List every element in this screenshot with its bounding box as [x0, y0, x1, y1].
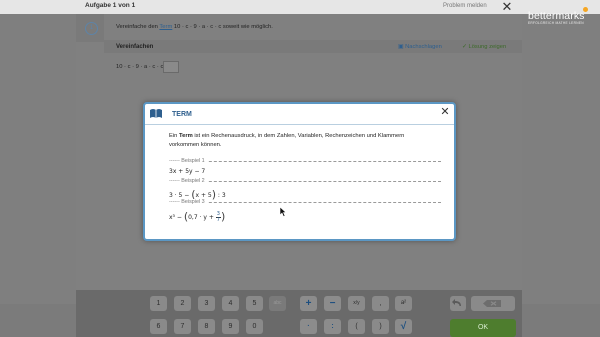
- delete-key[interactable]: [471, 296, 515, 311]
- key-6[interactable]: 6: [150, 319, 167, 334]
- logo-dot-icon: [583, 7, 588, 12]
- brand-tagline: ERFOLGREICH MATHE LERNEN: [528, 21, 584, 25]
- definition-text: ist ein Rechenausdruck, in dem Zahlen, V…: [169, 133, 405, 148]
- step-number-badge: 1: [85, 22, 98, 35]
- term-dialog: TERM ✕ Ein Term ist ein Rechenausdruck, …: [143, 102, 456, 241]
- example-divider: [169, 181, 441, 182]
- key-abc[interactable]: abc: [269, 296, 286, 311]
- key-divide[interactable]: :: [324, 319, 341, 334]
- undo-arrow-icon: [452, 299, 461, 306]
- lookup-button[interactable]: ▣ Nachschlagen: [398, 44, 442, 50]
- key-open-paren[interactable]: (: [348, 319, 365, 334]
- example-label: ------ Beispiel 1: [169, 158, 207, 164]
- example-label: ------ Beispiel 2: [169, 178, 207, 184]
- section-header-bar: [104, 40, 522, 53]
- term-definition: Ein Term ist ein Rechenausdruck, in dem …: [169, 132, 431, 149]
- task-expression: 10 · c · 9 · a · c · c =: [116, 64, 169, 70]
- undo-key[interactable]: [450, 296, 466, 311]
- key-5[interactable]: 5: [246, 296, 263, 311]
- task-instruction: Vereinfache den Term 10 · c · 9 · a · c …: [116, 24, 273, 30]
- term-link[interactable]: Term: [159, 24, 172, 30]
- show-solution-button[interactable]: ✓ Lösung zeigen: [462, 44, 506, 50]
- key-multiply[interactable]: ·: [300, 319, 317, 334]
- key-1[interactable]: 1: [150, 296, 167, 311]
- backspace-icon: [483, 300, 501, 307]
- ok-button[interactable]: OK: [450, 319, 516, 337]
- example-formula-3: x³ − (0,7 · y + 3 7): [169, 210, 226, 223]
- example-label: ------ Beispiel 3: [169, 199, 207, 205]
- answer-input[interactable]: [163, 61, 179, 73]
- key-3[interactable]: 3: [198, 296, 215, 311]
- section-title: Vereinfachen: [116, 44, 154, 50]
- task-title: Aufgabe 1 von 1: [85, 2, 136, 9]
- key-comma[interactable]: ,: [372, 296, 389, 311]
- key-0[interactable]: 0: [246, 319, 263, 334]
- key-2[interactable]: 2: [174, 296, 191, 311]
- key-sqrt[interactable]: √: [395, 319, 412, 334]
- key-7[interactable]: 7: [174, 319, 191, 334]
- book-icon: [150, 109, 162, 118]
- key-9[interactable]: 9: [222, 319, 239, 334]
- solution-label: Lösung zeigen: [468, 44, 507, 50]
- definition-intro: Ein: [169, 133, 179, 139]
- example-divider: [169, 202, 441, 203]
- key-power[interactable]: a²: [395, 296, 412, 311]
- key-plus[interactable]: +: [300, 296, 317, 311]
- key-fraction[interactable]: x/y: [348, 296, 365, 311]
- bettermarks-logo: bettermarks ERFOLGREICH MATHE LERNEN: [528, 7, 588, 25]
- definition-keyword: Term: [179, 133, 193, 139]
- instruction-text: Vereinfache den: [116, 24, 160, 30]
- dialog-title: TERM: [172, 111, 192, 118]
- dialog-close-button[interactable]: ✕: [439, 107, 451, 119]
- key-4[interactable]: 4: [222, 296, 239, 311]
- instruction-expression: 10 · c · 9 · a · c · c soweit wie möglic…: [172, 24, 273, 30]
- key-close-paren[interactable]: ): [372, 319, 389, 334]
- problem-report-link[interactable]: Problem melden: [443, 3, 487, 9]
- key-minus[interactable]: −: [324, 296, 341, 311]
- close-exercise-button[interactable]: ✕: [500, 0, 514, 14]
- right-margin: [522, 14, 600, 304]
- lookup-label: Nachschlagen: [405, 44, 442, 50]
- mouse-cursor-icon: [280, 207, 287, 217]
- key-8[interactable]: 8: [198, 319, 215, 334]
- example-formula-1: 3x + 5y − 7: [169, 168, 206, 175]
- left-margin: [0, 14, 76, 304]
- example-divider: [169, 161, 441, 162]
